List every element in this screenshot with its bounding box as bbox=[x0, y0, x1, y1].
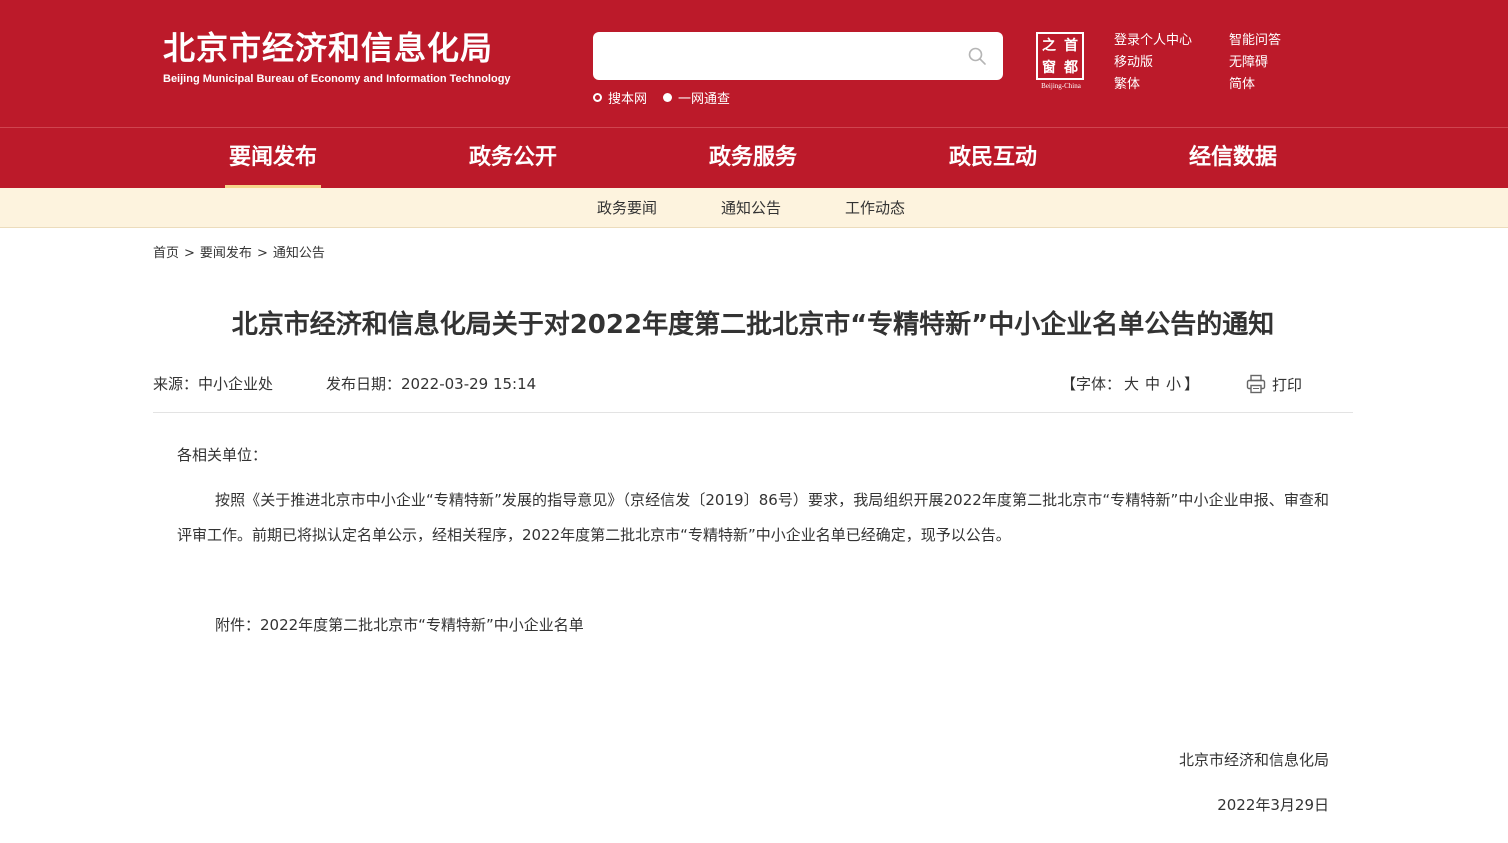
logo-char: 首 bbox=[1064, 38, 1078, 54]
nav-item-gov-affairs[interactable]: 政务公开 bbox=[438, 128, 588, 188]
font-size-close: 】 bbox=[1184, 375, 1200, 393]
logo-char: 窗 bbox=[1042, 60, 1056, 76]
subnav-item-work-updates[interactable]: 工作动态 bbox=[845, 188, 905, 228]
search-box bbox=[593, 32, 1003, 80]
breadcrumb-separator: > bbox=[256, 246, 268, 261]
link-smart-qa[interactable]: 智能问答 bbox=[1229, 30, 1281, 52]
link-mobile[interactable]: 移动版 bbox=[1114, 52, 1192, 74]
logo-grid: 之 首 窗 都 bbox=[1036, 32, 1084, 80]
radio-unchecked-icon[interactable] bbox=[593, 93, 602, 102]
nav-item-data[interactable]: 经信数据 bbox=[1158, 128, 1308, 188]
article-paragraph: 按照《关于推进北京市中小企业“专精特新”发展的指导意见》（京经信发〔2019〕8… bbox=[177, 491, 1329, 544]
top-links-left: 登录个人中心 移动版 繁体 bbox=[1114, 30, 1192, 96]
attachment-link[interactable]: 附件：2022年度第二批北京市“专精特新”中小企业名单 bbox=[215, 608, 584, 643]
link-login[interactable]: 登录个人中心 bbox=[1114, 30, 1192, 52]
site-subtitle: Beijing Municipal Bureau of Economy and … bbox=[163, 73, 511, 85]
breadcrumb-home[interactable]: 首页 bbox=[153, 246, 179, 261]
print-label: 打印 bbox=[1272, 375, 1303, 394]
scope-option-site[interactable]: 搜本网 bbox=[593, 88, 647, 107]
font-size-label: 【字体： bbox=[1061, 375, 1122, 393]
site-title[interactable]: 北京市经济和信息化局 bbox=[163, 28, 493, 68]
subnav-item-notices[interactable]: 通知公告 bbox=[721, 188, 781, 228]
signature-org: 北京市经济和信息化局 bbox=[1178, 751, 1329, 769]
link-simplified[interactable]: 简体 bbox=[1229, 74, 1281, 96]
breadcrumb: 首页 > 要闻发布 > 通知公告 bbox=[153, 242, 325, 261]
nav-item-gov-services[interactable]: 政务服务 bbox=[678, 128, 828, 188]
search-icon[interactable] bbox=[967, 46, 987, 66]
scope-label: 搜本网 bbox=[608, 92, 648, 107]
salutation: 各相关单位： bbox=[177, 446, 268, 464]
logo-char: 都 bbox=[1064, 60, 1078, 76]
search-scope: 搜本网 一网通查 bbox=[593, 88, 746, 107]
nav-item-interaction[interactable]: 政民互动 bbox=[918, 128, 1068, 188]
font-size-control: 【字体：大中小】 bbox=[1061, 374, 1199, 394]
scope-label: 一网通查 bbox=[678, 92, 731, 107]
main-nav: 要闻发布 政务公开 政务服务 政民互动 经信数据 bbox=[0, 127, 1508, 188]
sub-nav: 政务要闻 通知公告 工作动态 bbox=[0, 188, 1508, 228]
source-label: 来源： bbox=[153, 375, 199, 393]
top-links-right: 智能问答 无障碍 简体 bbox=[1229, 30, 1281, 96]
printer-icon bbox=[1246, 374, 1266, 394]
breadcrumb-news[interactable]: 要闻发布 bbox=[200, 246, 252, 261]
capital-window-logo[interactable]: 之 首 窗 都 Beijing-China bbox=[1036, 32, 1086, 90]
logo-caption: Beijing-China bbox=[1041, 82, 1081, 90]
print-button[interactable]: 打印 bbox=[1245, 373, 1302, 395]
subnav-item-gov-news[interactable]: 政务要闻 bbox=[597, 188, 657, 228]
article-source: 来源：中小企业处 bbox=[153, 374, 273, 394]
breadcrumb-notices[interactable]: 通知公告 bbox=[273, 246, 325, 261]
nav-item-news[interactable]: 要闻发布 bbox=[198, 128, 348, 188]
logo-char: 之 bbox=[1042, 38, 1056, 54]
font-size-medium[interactable]: 中 bbox=[1145, 375, 1160, 393]
signature-date: 2022年3月29日 bbox=[1217, 796, 1329, 814]
search-input[interactable] bbox=[605, 32, 967, 80]
font-size-large[interactable]: 大 bbox=[1124, 375, 1139, 393]
font-size-small[interactable]: 小 bbox=[1166, 375, 1181, 393]
site-header: 北京市经济和信息化局 Beijing Municipal Bureau of E… bbox=[0, 0, 1508, 127]
article-date: 发布日期：2022-03-29 15:14 bbox=[326, 374, 536, 394]
article-title: 北京市经济和信息化局关于对2022年度第二批北京市“专精特新”中小企业名单公告的… bbox=[231, 310, 1275, 340]
link-traditional[interactable]: 繁体 bbox=[1114, 74, 1192, 96]
date-value: 2022-03-29 15:14 bbox=[401, 375, 537, 393]
breadcrumb-separator: > bbox=[184, 246, 195, 261]
source-value: 中小企业处 bbox=[198, 375, 274, 393]
link-accessibility[interactable]: 无障碍 bbox=[1229, 52, 1281, 74]
scope-option-all[interactable]: 一网通查 bbox=[663, 88, 730, 107]
meta-divider bbox=[153, 412, 1353, 413]
radio-checked-icon[interactable] bbox=[663, 93, 673, 102]
date-label: 发布日期： bbox=[326, 375, 402, 393]
